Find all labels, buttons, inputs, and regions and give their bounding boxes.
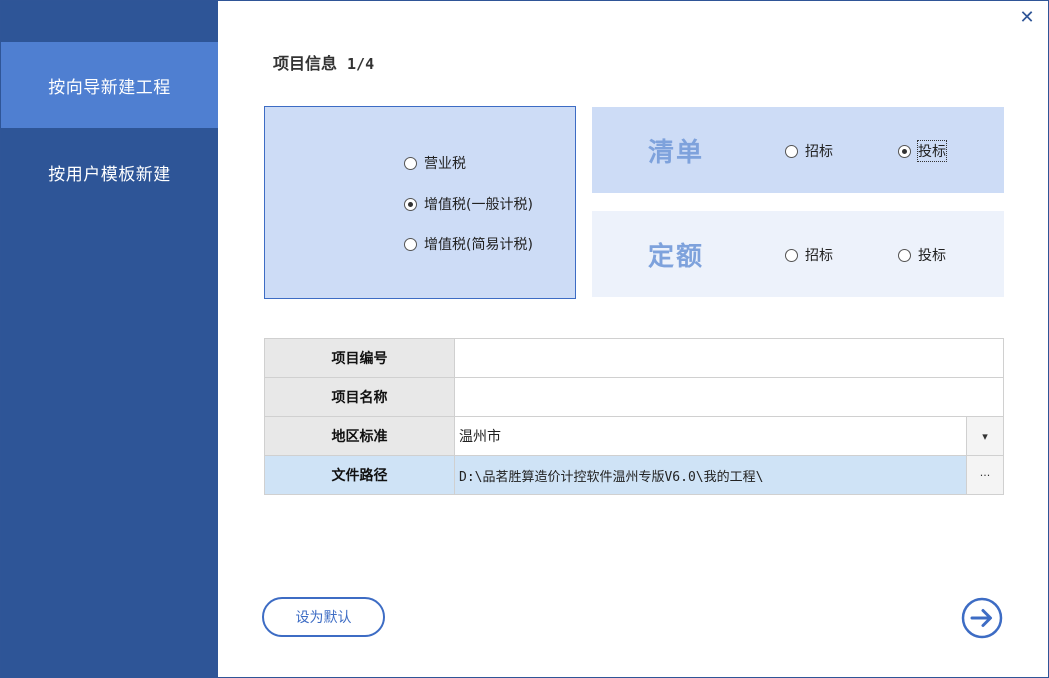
form-label: 地区标准: [265, 417, 455, 455]
radio-checked-icon: [898, 144, 911, 158]
radio-circle-icon: [898, 248, 911, 262]
form-label: 项目编号: [265, 339, 455, 377]
radio-circle-icon: [404, 237, 417, 251]
page-title: 项目信息 1/4: [273, 50, 374, 74]
radio-label: 投标: [918, 248, 946, 264]
radio-label: 招标: [805, 144, 833, 160]
form-row-path: 文件路径 D:\品茗胜算造价计控软件温州专版V6.0\我的工程\ ···: [265, 456, 1003, 494]
radio-vat-simple[interactable]: 增值税(简易计税): [404, 234, 533, 254]
set-default-button[interactable]: 设为默认: [262, 597, 385, 637]
radio-bill-bid[interactable]: 投标: [898, 140, 947, 162]
form-label: 文件路径: [265, 456, 455, 494]
bill-label: 清单: [648, 138, 705, 168]
form-row-project-name: 项目名称: [265, 378, 1003, 417]
radio-bill-tender[interactable]: 招标: [785, 141, 833, 161]
radio-business-tax[interactable]: 营业税: [404, 153, 466, 173]
dialog-window: 按向导新建工程 按用户模板新建 ✕ 项目信息 1/4 营业税 增值税(一般计税) …: [0, 0, 1049, 678]
tax-type-group: 营业税 增值税(一般计税) 增值税(简易计税): [264, 106, 576, 299]
region-value: 温州市: [459, 429, 501, 445]
step-indicator: 1/4: [347, 55, 375, 73]
radio-quota-tender[interactable]: 招标: [785, 245, 833, 265]
project-no-input[interactable]: [459, 339, 1003, 377]
radio-label: 招标: [805, 248, 833, 264]
sidebar-item-label: 按向导新建工程: [48, 77, 171, 98]
project-name-cell: [455, 378, 1003, 416]
radio-checked-icon: [404, 197, 417, 211]
radio-label: 营业税: [424, 156, 466, 172]
region-select[interactable]: 温州市 ▾: [455, 417, 1003, 455]
form-label: 项目名称: [265, 378, 455, 416]
path-cell[interactable]: D:\品茗胜算造价计控软件温州专版V6.0\我的工程\ ···: [455, 456, 1003, 494]
radio-label: 投标: [917, 140, 947, 162]
sidebar: 按向导新建工程 按用户模板新建: [1, 1, 218, 677]
project-name-input[interactable]: [459, 378, 1003, 416]
radio-circle-icon: [404, 156, 417, 170]
radio-label: 增值税(简易计税): [424, 237, 533, 253]
browse-ellipsis-icon[interactable]: ···: [966, 456, 1003, 494]
close-icon[interactable]: ✕: [1018, 9, 1036, 27]
quota-panel: 定额 招标 投标: [592, 211, 1004, 297]
sidebar-item-template[interactable]: 按用户模板新建: [1, 129, 218, 215]
page-title-text: 项目信息: [273, 54, 338, 73]
quota-label: 定额: [648, 242, 705, 272]
chevron-down-icon[interactable]: ▾: [966, 417, 1003, 455]
form-row-project-no: 项目编号: [265, 339, 1003, 378]
project-no-cell: [455, 339, 1003, 377]
form-row-region: 地区标准 温州市 ▾: [265, 417, 1003, 456]
path-value: D:\品茗胜算造价计控软件温州专版V6.0\我的工程\: [459, 469, 764, 485]
radio-quota-bid[interactable]: 投标: [898, 245, 946, 265]
radio-vat-general[interactable]: 增值税(一般计税): [404, 194, 533, 214]
radio-circle-icon: [785, 248, 798, 262]
bill-panel: 清单 招标 投标: [592, 107, 1004, 193]
radio-circle-icon: [785, 144, 798, 158]
sidebar-item-wizard[interactable]: 按向导新建工程: [1, 42, 218, 128]
project-form: 项目编号 项目名称 地区标准 温州市 ▾ 文件路径 D:\品茗胜算造价计控软件温…: [264, 338, 1004, 495]
radio-label: 增值税(一般计税): [424, 197, 533, 213]
next-arrow-icon[interactable]: [961, 597, 1003, 639]
sidebar-item-label: 按用户模板新建: [48, 164, 171, 185]
